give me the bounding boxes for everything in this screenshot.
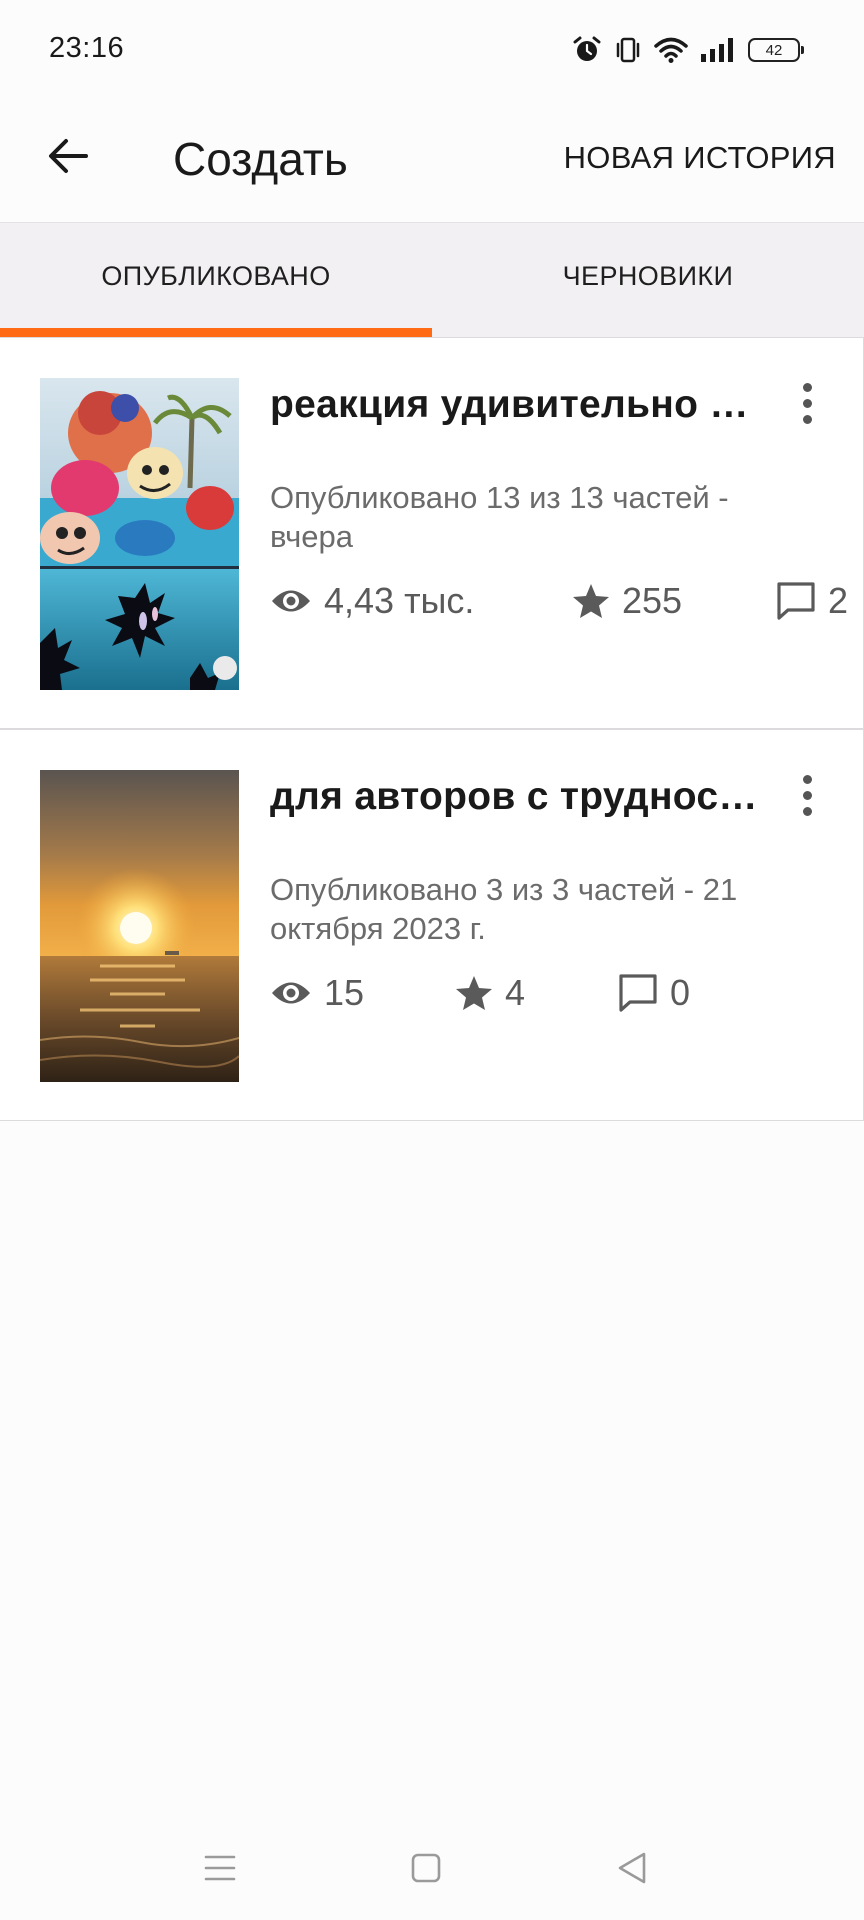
story-stats: 4,43 тыс. 255 2 xyxy=(270,576,864,626)
more-vertical-icon-dot xyxy=(802,774,812,784)
eye-icon xyxy=(270,586,312,616)
wifi-icon xyxy=(654,36,688,64)
comment-icon xyxy=(618,973,658,1013)
more-vertical-icon-dot xyxy=(802,414,812,424)
more-vertical-icon-dot xyxy=(802,382,812,392)
page-title: Создать xyxy=(173,133,348,185)
story-cover-image[interactable] xyxy=(40,378,239,690)
back-button[interactable] xyxy=(40,130,96,186)
story-publish-status: Опубликовано 13 из 13 частей - вчера xyxy=(270,480,729,554)
story-card[interactable]: реакция удивительно … Опубликовано 13 из… xyxy=(0,337,864,729)
comments-count: 2 xyxy=(828,580,849,621)
story-publish-status: Опубликовано 3 из 3 частей - 21 октября … xyxy=(270,872,738,946)
status-time: 23:16 xyxy=(49,32,125,64)
votes-stat: 255 xyxy=(572,576,682,626)
eye-icon xyxy=(270,978,312,1008)
comment-icon xyxy=(776,581,816,621)
status-icons: 42 xyxy=(572,30,804,70)
battery-level: 42 xyxy=(765,41,783,59)
story-stats: 15 4 0 xyxy=(270,968,864,1018)
votes-count: 255 xyxy=(622,580,683,621)
star-icon xyxy=(572,583,610,619)
tab-bar: ОПУБЛИКОВАНО ЧЕРНОВИКИ xyxy=(0,222,864,337)
status-bar: 23:16 42 xyxy=(0,0,864,100)
active-tab-indicator xyxy=(0,328,432,337)
system-back-button[interactable] xyxy=(602,1840,662,1900)
back-triangle-icon xyxy=(616,1851,648,1890)
battery-icon: 42 xyxy=(748,38,804,62)
system-nav-bar xyxy=(0,1820,864,1920)
recent-apps-button[interactable] xyxy=(190,1840,250,1900)
more-options-button[interactable] xyxy=(790,373,824,433)
signal-icon xyxy=(700,37,736,63)
more-vertical-icon-dot xyxy=(802,398,812,408)
views-stat: 4,43 тыс. xyxy=(270,576,474,626)
more-vertical-icon-dot xyxy=(802,790,812,800)
tab-drafts[interactable]: ЧЕРНОВИКИ xyxy=(432,223,864,338)
more-vertical-icon-dot xyxy=(802,806,812,816)
app-bar: Создать НОВАЯ ИСТОРИЯ xyxy=(0,100,864,222)
menu-icon xyxy=(203,1853,237,1888)
votes-count: 4 xyxy=(505,972,526,1013)
comments-stat: 2 xyxy=(776,576,848,626)
comments-count: 0 xyxy=(670,972,691,1013)
star-icon xyxy=(455,975,493,1011)
home-icon xyxy=(410,1852,442,1889)
story-title[interactable]: реакция удивительно … xyxy=(270,383,770,427)
votes-stat: 4 xyxy=(455,968,525,1018)
comments-stat: 0 xyxy=(618,968,690,1018)
story-title[interactable]: для авторов с труднос… xyxy=(270,775,770,819)
alarm-icon xyxy=(572,35,602,65)
tab-published[interactable]: ОПУБЛИКОВАНО xyxy=(0,223,432,338)
home-button[interactable] xyxy=(396,1840,456,1900)
more-options-button[interactable] xyxy=(790,765,824,825)
vibrate-icon xyxy=(614,35,642,65)
views-count: 15 xyxy=(324,972,365,1013)
views-count: 4,43 тыс. xyxy=(324,580,475,621)
story-card[interactable]: для авторов с труднос… Опубликовано 3 из… xyxy=(0,729,864,1121)
new-story-button[interactable]: НОВАЯ ИСТОРИЯ xyxy=(564,140,836,176)
arrow-left-icon xyxy=(46,136,90,181)
views-stat: 15 xyxy=(270,968,364,1018)
story-cover-image[interactable] xyxy=(40,770,239,1082)
